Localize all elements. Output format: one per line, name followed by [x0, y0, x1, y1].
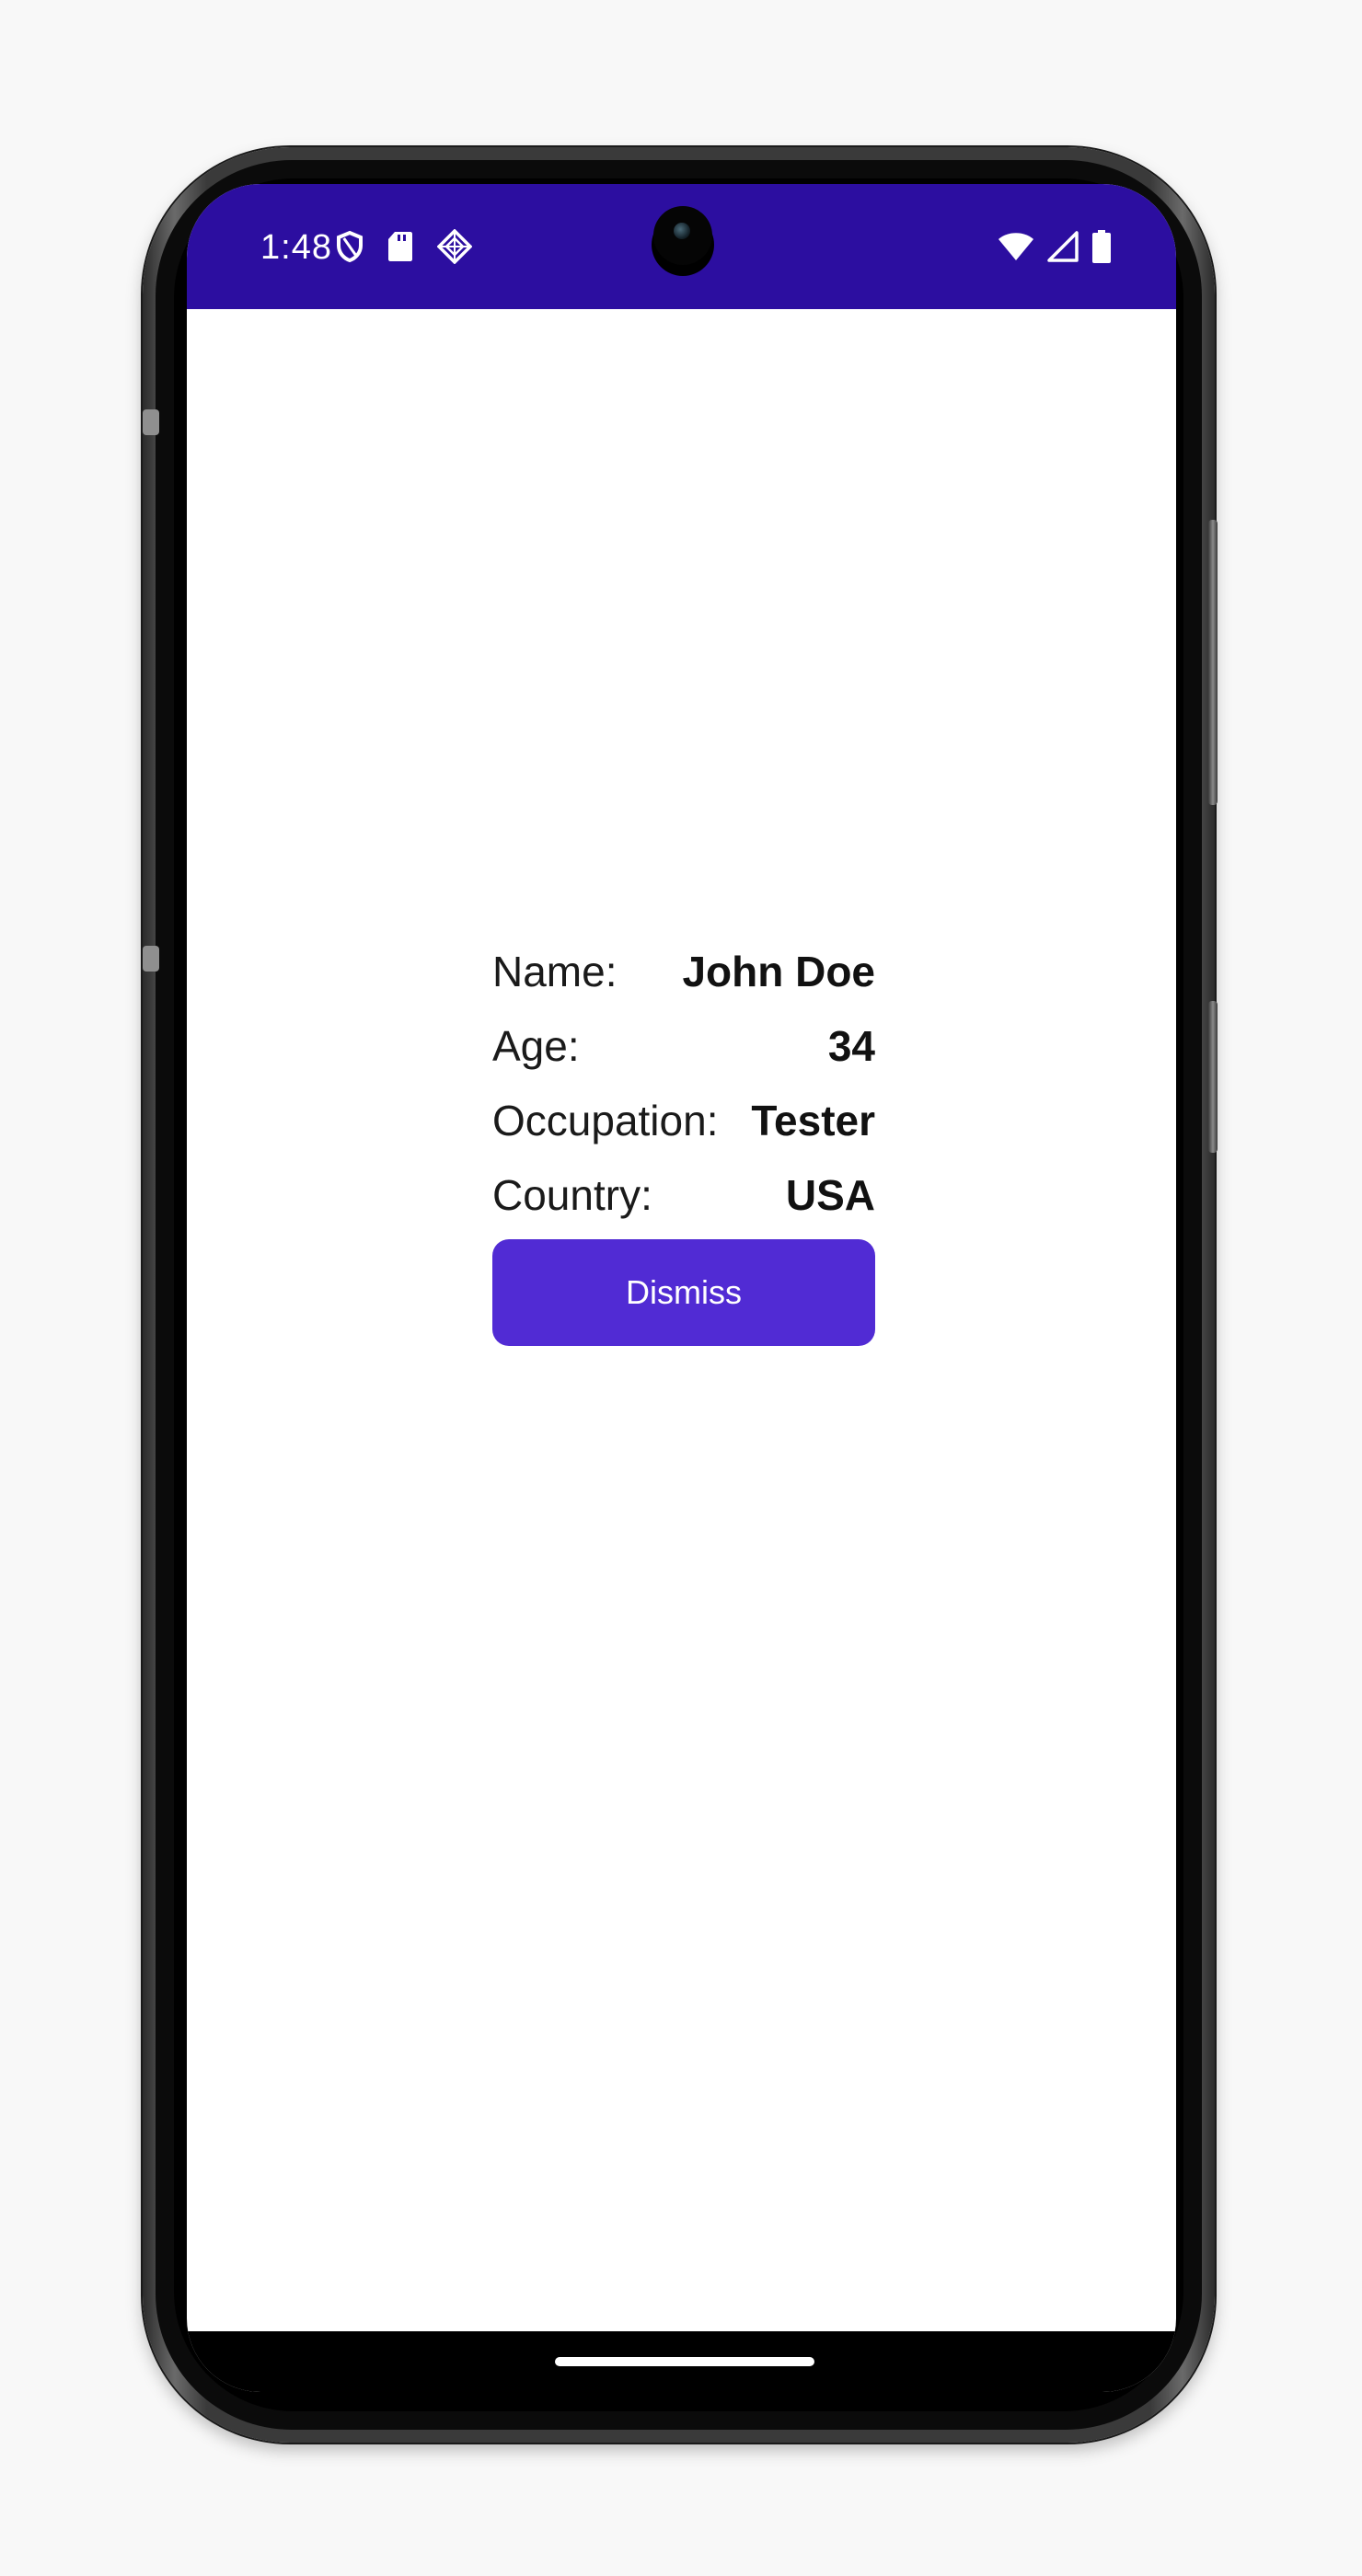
occupation-label: Occupation:: [492, 1096, 719, 1144]
status-right-icons: [998, 229, 1112, 268]
detail-row-age: Age: 34: [492, 1008, 875, 1083]
age-value: 34: [827, 1021, 875, 1070]
home-indicator[interactable]: [555, 2357, 814, 2366]
status-left-icons: [336, 228, 473, 269]
battery-icon: [1091, 229, 1112, 268]
dismiss-button[interactable]: Dismiss: [492, 1239, 875, 1346]
side-notch-top: [143, 409, 159, 435]
diamond-icon: [436, 228, 473, 269]
power-button: [1208, 1001, 1218, 1153]
wifi-icon: [998, 232, 1034, 266]
occupation-value: Tester: [751, 1096, 875, 1144]
navigation-bar: [187, 2331, 1176, 2392]
name-label: Name:: [492, 947, 618, 995]
shield-icon: [336, 230, 364, 268]
cell-signal-icon: [1047, 230, 1079, 267]
name-value: John Doe: [682, 947, 875, 995]
detail-row-occupation: Occupation: Tester: [492, 1083, 875, 1157]
country-value: USA: [785, 1170, 875, 1219]
screen: 1:48 Name: John Doe Age: 34 Occupation: …: [187, 184, 1176, 2392]
sd-card-icon: [387, 231, 413, 267]
details-panel: Name: John Doe Age: 34 Occupation: Teste…: [492, 934, 875, 1346]
front-camera: [653, 206, 712, 265]
country-label: Country:: [492, 1170, 652, 1219]
age-label: Age:: [492, 1021, 580, 1070]
volume-button: [1208, 520, 1218, 805]
status-time: 1:48: [260, 228, 332, 267]
detail-row-name: Name: John Doe: [492, 934, 875, 1008]
detail-row-country: Country: USA: [492, 1157, 875, 1232]
side-notch-bottom: [143, 946, 159, 972]
status-bar: 1:48: [187, 184, 1176, 309]
